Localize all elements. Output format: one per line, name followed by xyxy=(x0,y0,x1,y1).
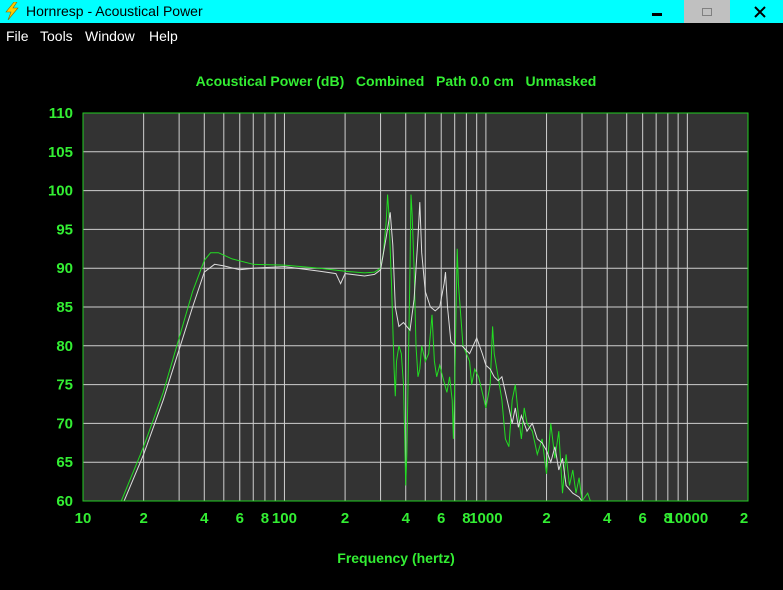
y-tick-label: 110 xyxy=(49,105,73,122)
x-tick-label: 10000 xyxy=(666,510,708,527)
x-tick-label: 2 xyxy=(740,510,748,527)
chart-title: Acoustical Power (dB) Combined Path 0.0 … xyxy=(196,73,597,89)
y-tick-label: 75 xyxy=(56,377,73,394)
y-tick-label: 95 xyxy=(56,221,73,238)
y-tick-label: 60 xyxy=(56,493,73,510)
x-tick-label: 6 xyxy=(638,510,646,527)
x-tick-label: 10 xyxy=(75,510,92,527)
y-axis-labels: 110 105 100 95 90 85 80 75 70 65 60 xyxy=(48,105,73,510)
x-axis-title: Frequency (hertz) xyxy=(337,550,454,566)
x-tick-label: 4 xyxy=(200,510,209,527)
y-tick-label: 70 xyxy=(56,415,73,432)
acoustical-power-chart: Acoustical Power (dB) Combined Path 0.0 … xyxy=(48,73,749,566)
x-tick-label: 2 xyxy=(542,510,550,527)
x-tick-label: 1000 xyxy=(469,510,502,527)
y-tick-label: 85 xyxy=(56,299,73,316)
x-tick-label: 6 xyxy=(236,510,244,527)
x-tick-label: 4 xyxy=(402,510,411,527)
x-tick-label: 4 xyxy=(603,510,612,527)
y-tick-label: 100 xyxy=(48,183,73,200)
x-axis-labels: 10 2 4 6 8 100 2 4 6 81000 2 4 6 810000 2 xyxy=(75,510,749,527)
x-tick-label: 2 xyxy=(341,510,349,527)
x-tick-label: 8 xyxy=(261,510,269,527)
x-tick-label: 2 xyxy=(139,510,147,527)
x-tick-label: 6 xyxy=(437,510,445,527)
y-tick-label: 105 xyxy=(48,144,73,161)
y-tick-label: 90 xyxy=(56,260,73,277)
y-tick-label: 65 xyxy=(56,454,73,471)
x-tick-label: 100 xyxy=(272,510,297,527)
y-tick-label: 80 xyxy=(56,338,73,355)
